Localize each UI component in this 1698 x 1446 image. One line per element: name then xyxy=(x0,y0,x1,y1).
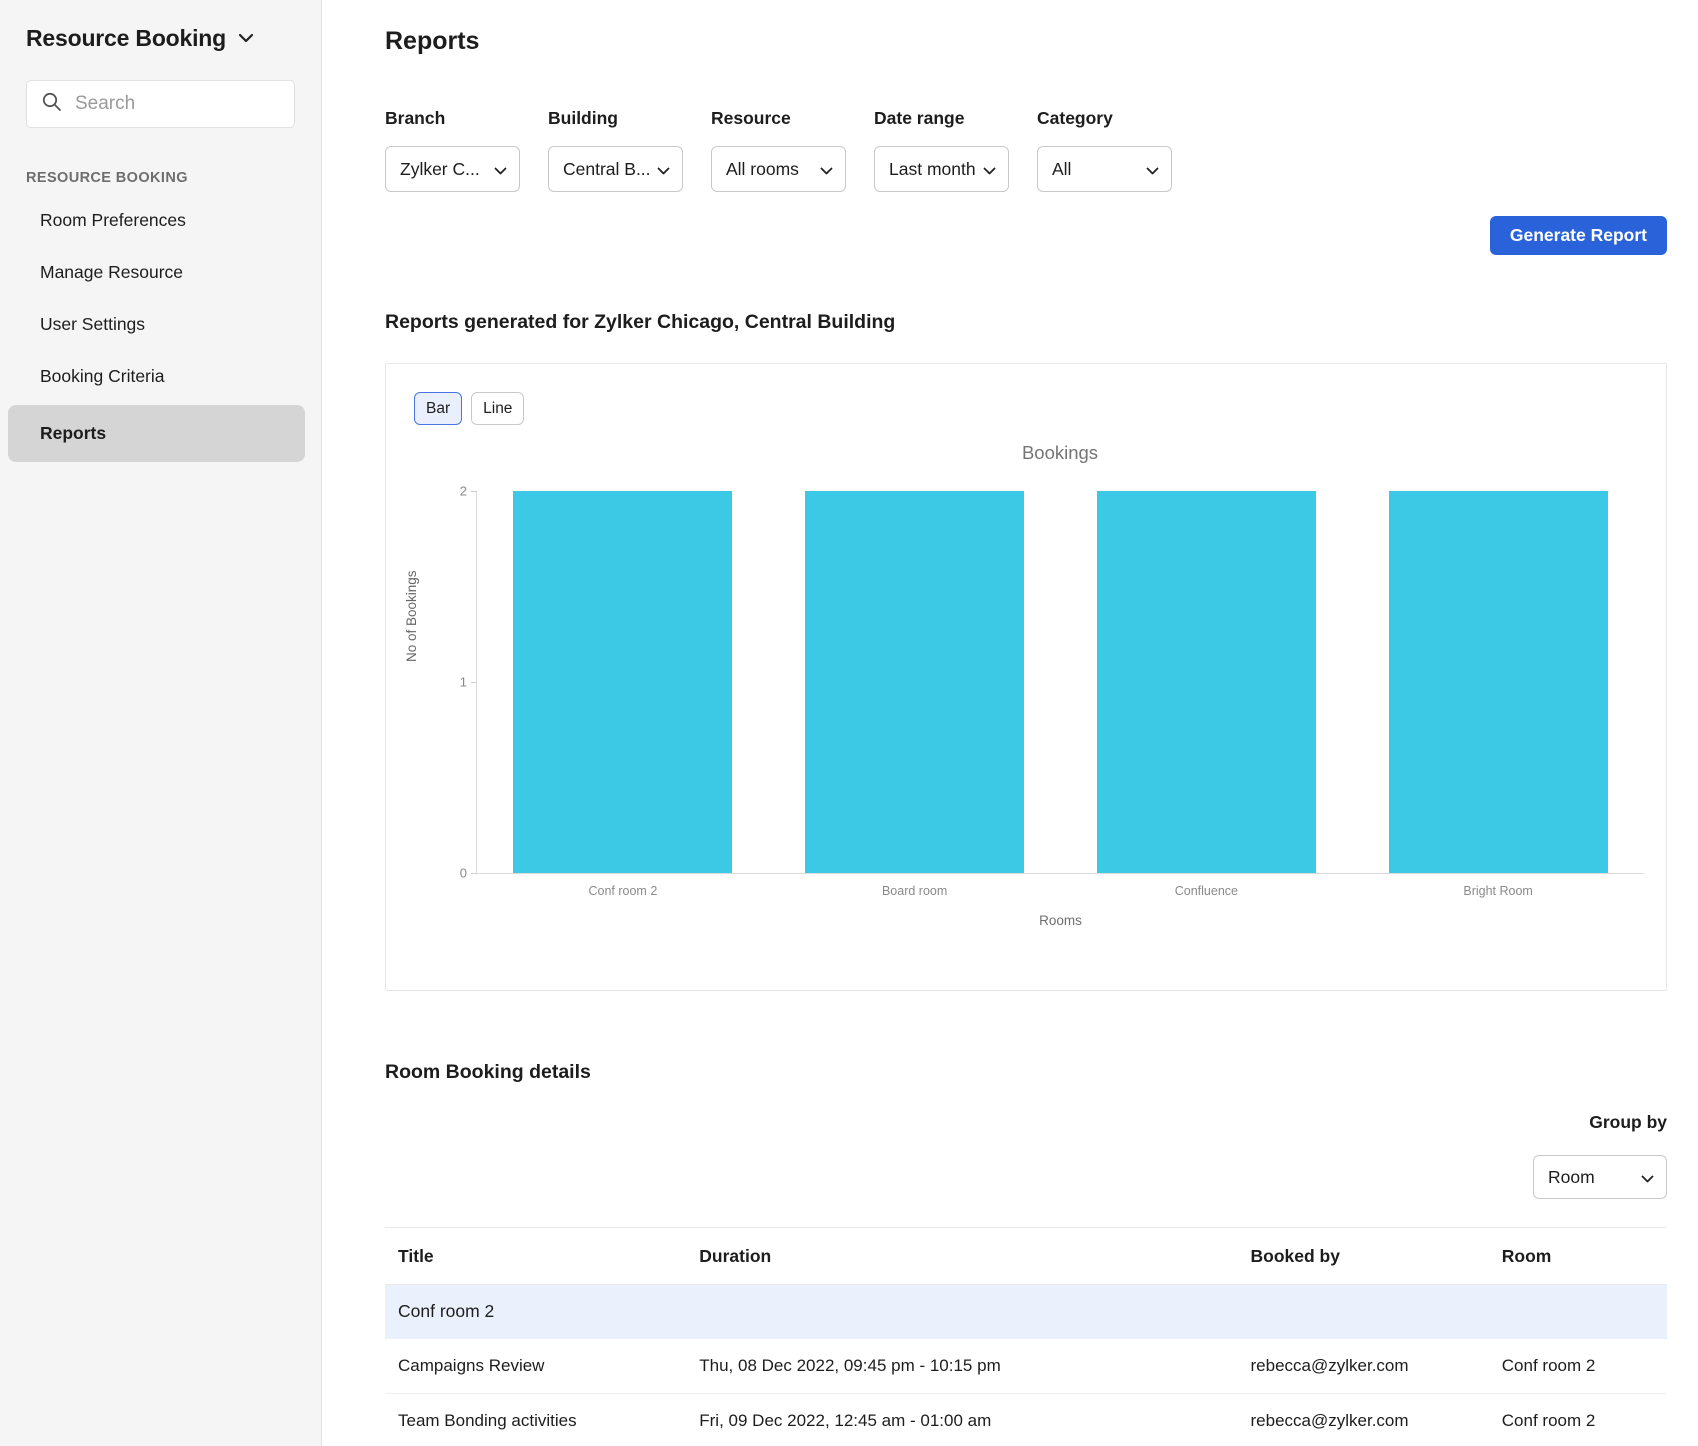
x-axis-line xyxy=(477,873,1644,874)
generate-report-button[interactable]: Generate Report xyxy=(1490,216,1667,255)
bar-confluence[interactable] xyxy=(1097,491,1316,873)
cell-booked-by: rebecca@zylker.com xyxy=(1238,1339,1489,1394)
sidebar-item-label: User Settings xyxy=(40,314,145,335)
column-header-title[interactable]: Title xyxy=(385,1228,686,1285)
x-tick-label: Board room xyxy=(769,884,1061,898)
building-select[interactable]: Central B... xyxy=(548,146,683,192)
resource-value: All rooms xyxy=(726,159,799,180)
sidebar-item-reports[interactable]: Reports xyxy=(8,405,305,462)
category-label: Category xyxy=(1037,108,1172,129)
column-header-duration[interactable]: Duration xyxy=(686,1228,1237,1285)
report-section-heading: Reports generated for Zylker Chicago, Ce… xyxy=(385,311,1667,334)
filter-building: Building Central B... xyxy=(548,108,683,192)
app-title: Resource Booking xyxy=(26,25,226,52)
sidebar-item-label: Booking Criteria xyxy=(40,366,165,387)
cell-booked-by: rebecca@zylker.com xyxy=(1238,1394,1489,1446)
sidebar-item-room-preferences[interactable]: Room Preferences xyxy=(0,194,321,246)
sidebar-search[interactable] xyxy=(26,80,295,128)
chart-y-axis-label: No of Bookings xyxy=(404,570,419,662)
page-title: Reports xyxy=(385,27,1667,56)
cell-room: Conf room 2 xyxy=(1489,1339,1667,1394)
x-tick-label: Bright Room xyxy=(1352,884,1644,898)
chevron-down-icon xyxy=(494,159,507,180)
sidebar: Resource Booking RESOURCE BOOKING Room P… xyxy=(0,0,322,1446)
cell-duration: Fri, 09 Dec 2022, 12:45 am - 01:00 am xyxy=(686,1394,1237,1446)
search-input[interactable] xyxy=(75,93,280,115)
bar-board-room[interactable] xyxy=(805,491,1024,873)
chart-title: Bookings xyxy=(476,442,1644,464)
x-tick-label: Conf room 2 xyxy=(477,884,769,898)
branch-label: Branch xyxy=(385,108,520,129)
filter-resource: Resource All rooms xyxy=(711,108,846,192)
app-switcher[interactable]: Resource Booking xyxy=(0,25,321,52)
branch-value: Zylker C... xyxy=(400,159,480,180)
chart-type-toggle: Bar Line xyxy=(414,392,524,425)
chevron-down-icon xyxy=(238,30,254,48)
branch-select[interactable]: Zylker C... xyxy=(385,146,520,192)
group-by-control: Group by Room xyxy=(385,1112,1667,1199)
sidebar-menu: Room Preferences Manage Resource User Se… xyxy=(0,194,321,462)
sidebar-item-label: Room Preferences xyxy=(40,210,186,231)
column-header-room[interactable]: Room xyxy=(1489,1228,1667,1285)
sidebar-item-label: Manage Resource xyxy=(40,262,183,283)
bar-series xyxy=(477,491,1644,873)
group-by-value: Room xyxy=(1548,1167,1595,1188)
bar-bright-room[interactable] xyxy=(1389,491,1608,873)
table-header-row: Title Duration Booked by Room xyxy=(385,1228,1667,1285)
cell-room: Conf room 2 xyxy=(1489,1394,1667,1446)
sidebar-section-label: RESOURCE BOOKING xyxy=(26,170,295,186)
group-row-conf-room-2[interactable]: Conf room 2 xyxy=(385,1285,1667,1339)
cell-title: Team Bonding activities xyxy=(385,1394,686,1446)
chevron-down-icon xyxy=(657,159,670,180)
chevron-down-icon xyxy=(1146,159,1159,180)
table-row[interactable]: Campaigns Review Thu, 08 Dec 2022, 09:45… xyxy=(385,1339,1667,1394)
group-by-select[interactable]: Room xyxy=(1533,1155,1667,1199)
sidebar-item-label: Reports xyxy=(40,423,106,444)
category-value: All xyxy=(1052,159,1071,180)
filter-date-range: Date range Last month xyxy=(874,108,1009,192)
sidebar-item-booking-criteria[interactable]: Booking Criteria xyxy=(0,350,321,402)
bar-conf-room-2[interactable] xyxy=(513,491,732,873)
sidebar-item-manage-resource[interactable]: Manage Resource xyxy=(0,246,321,298)
date-range-label: Date range xyxy=(874,108,1009,129)
app-window: Resource Booking RESOURCE BOOKING Room P… xyxy=(0,0,1698,1446)
group-name: Conf room 2 xyxy=(385,1285,1667,1339)
x-axis-labels: Conf room 2 Board room Confluence Bright… xyxy=(477,884,1644,898)
cell-duration: Thu, 08 Dec 2022, 09:45 pm - 10:15 pm xyxy=(686,1339,1237,1394)
bar-toggle-button[interactable]: Bar xyxy=(414,392,462,425)
chevron-down-icon xyxy=(983,159,996,180)
room-booking-details-heading: Room Booking details xyxy=(385,1061,1667,1084)
filter-branch: Branch Zylker C... xyxy=(385,108,520,192)
report-filters: Branch Zylker C... Building Central B...… xyxy=(385,108,1667,192)
x-tick-label: Confluence xyxy=(1061,884,1353,898)
chevron-down-icon xyxy=(1641,1167,1654,1188)
chart-x-axis-label: Rooms xyxy=(477,913,1644,928)
main-content: Reports Branch Zylker C... Building Cent… xyxy=(322,0,1698,1446)
resource-select[interactable]: All rooms xyxy=(711,146,846,192)
date-range-select[interactable]: Last month xyxy=(874,146,1009,192)
building-label: Building xyxy=(548,108,683,129)
line-toggle-button[interactable]: Line xyxy=(471,392,524,425)
group-by-label: Group by xyxy=(1589,1112,1667,1133)
column-header-booked-by[interactable]: Booked by xyxy=(1238,1228,1489,1285)
category-select[interactable]: All xyxy=(1037,146,1172,192)
bookings-chart-panel: Bar Line Bookings No of Bookings 2 1 0 xyxy=(385,363,1667,991)
chart-plot-area: 2 1 0 Conf room 2 Board room Confluence xyxy=(476,491,1644,873)
table-row[interactable]: Team Bonding activities Fri, 09 Dec 2022… xyxy=(385,1394,1667,1446)
date-range-value: Last month xyxy=(889,159,976,180)
filter-category: Category All xyxy=(1037,108,1172,192)
resource-label: Resource xyxy=(711,108,846,129)
chevron-down-icon xyxy=(820,159,833,180)
building-value: Central B... xyxy=(563,159,651,180)
search-icon xyxy=(41,91,63,118)
sidebar-item-user-settings[interactable]: User Settings xyxy=(0,298,321,350)
cell-title: Campaigns Review xyxy=(385,1339,686,1394)
booking-details-table: Title Duration Booked by Room Conf room … xyxy=(385,1227,1667,1446)
